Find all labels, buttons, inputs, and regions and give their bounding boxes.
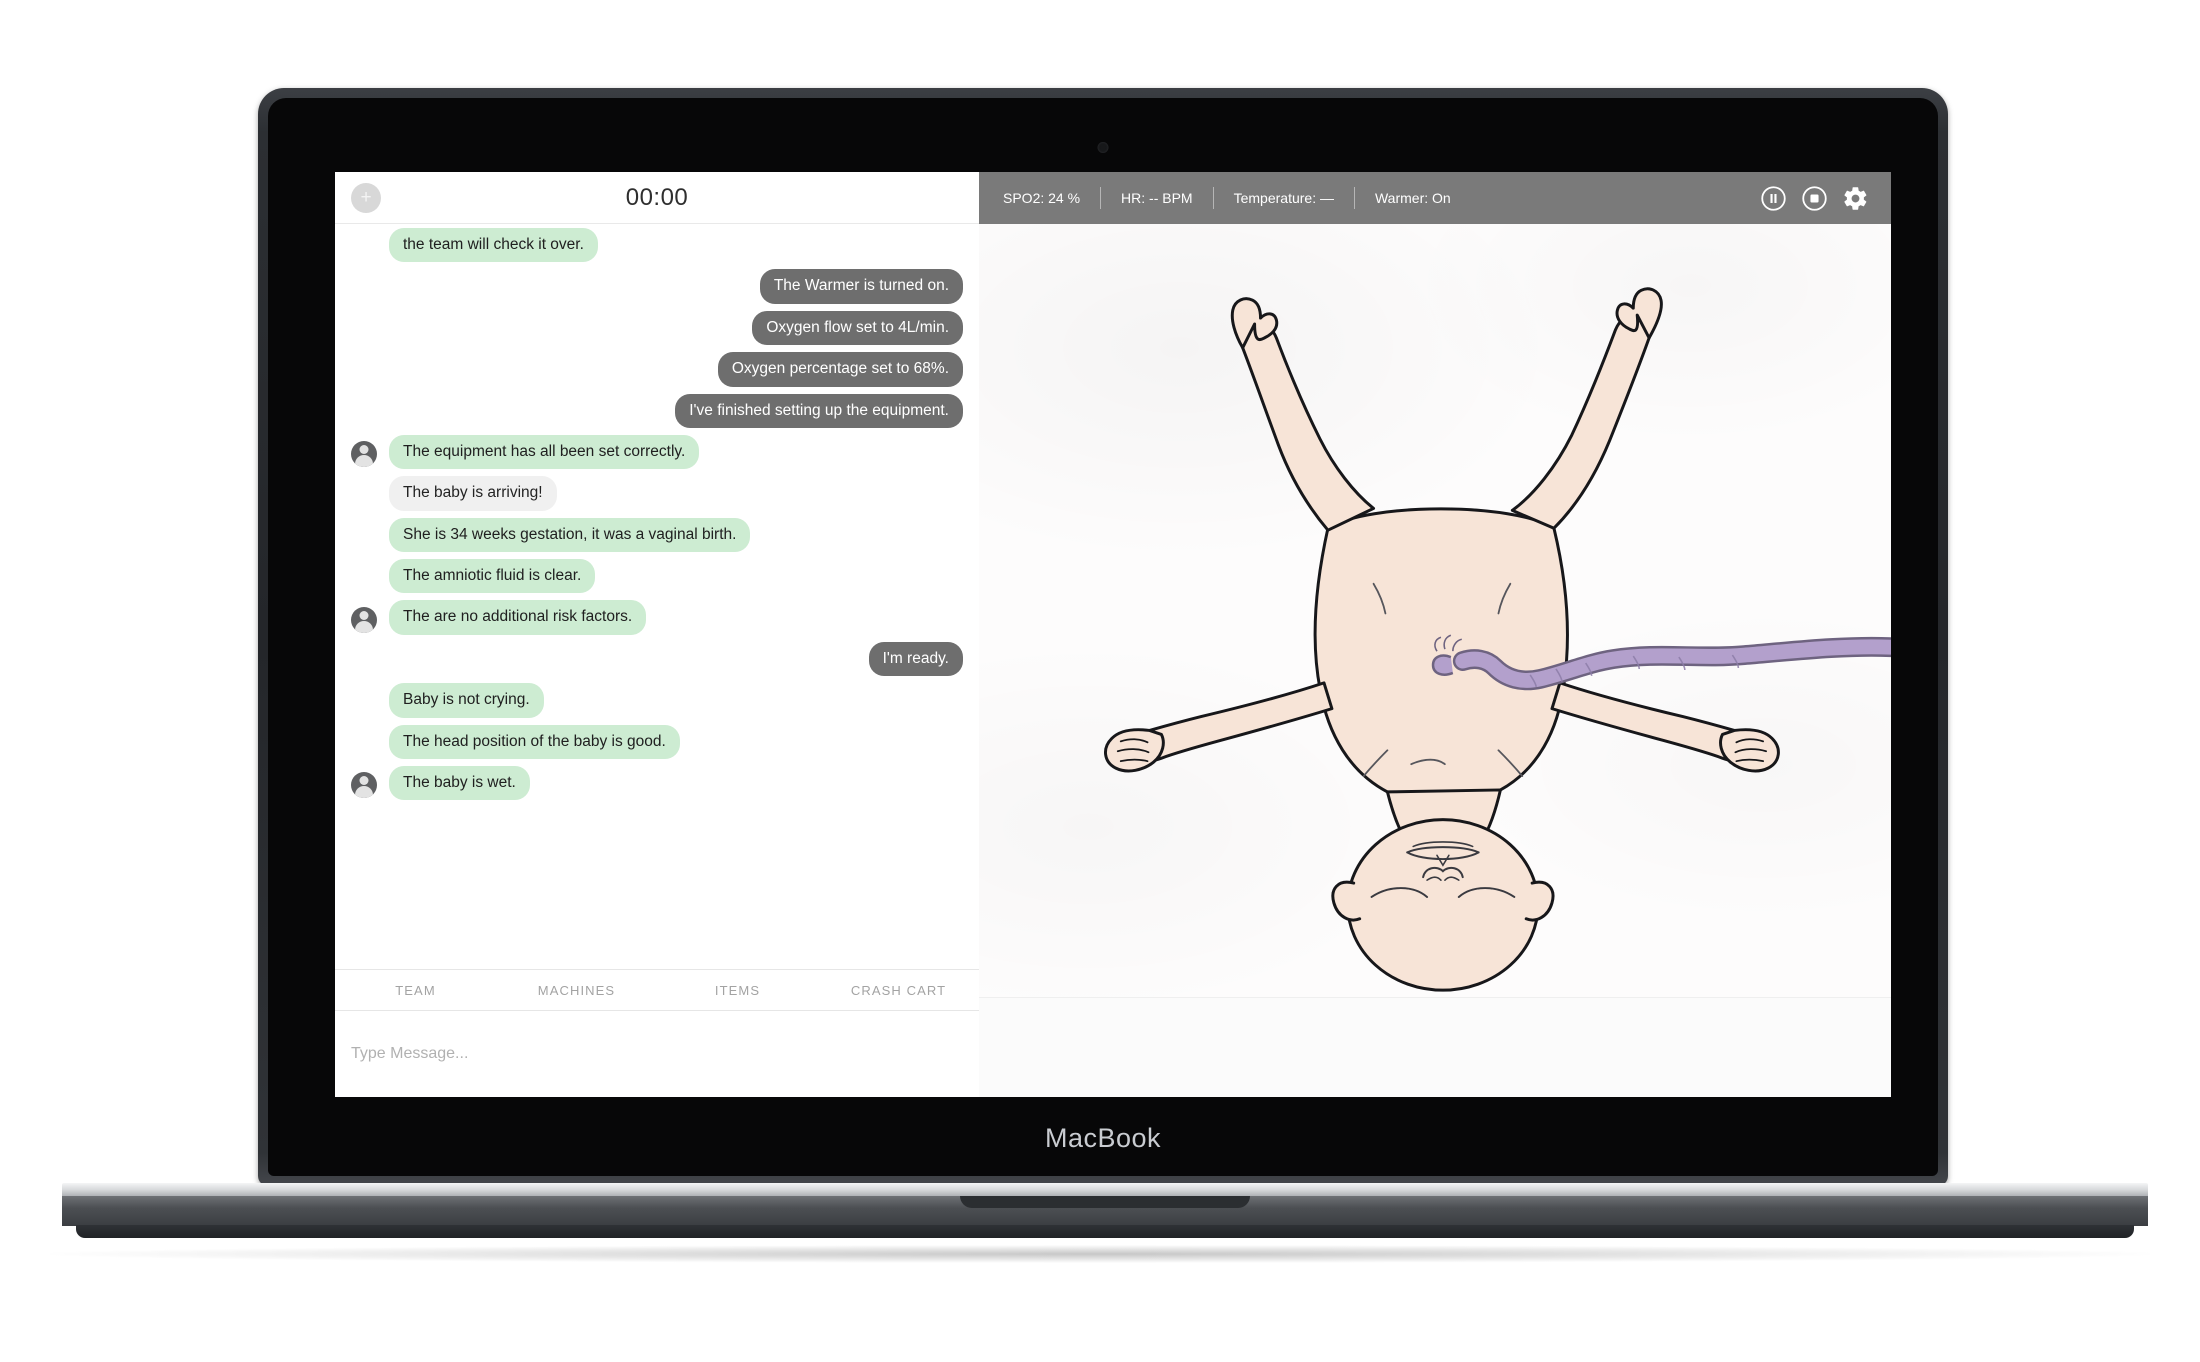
- chat-bubble: The equipment has all been set correctly…: [389, 434, 700, 470]
- avatar-slot: [351, 441, 389, 469]
- chat-message-row: the team will check it over.: [335, 228, 979, 263]
- app-main: + 00:00 the team will check it over. The …: [335, 172, 1891, 1097]
- chat-bubble: The Warmer is turned on.: [759, 269, 963, 304]
- message-composer: [335, 1011, 979, 1097]
- chat-bubble: The baby is wet.: [389, 765, 530, 801]
- webcam-icon: [1097, 142, 1109, 153]
- session-timer: 00:00: [625, 183, 689, 211]
- chat-bubble: The baby is arriving!: [389, 476, 557, 511]
- chat-message-row: Oxygen percentage set to 68%.: [335, 352, 979, 387]
- chat-bubble: The are no additional risk factors.: [389, 600, 647, 635]
- base-top-edge: [62, 1183, 2148, 1197]
- base-bottom-edge: [76, 1225, 2134, 1238]
- chat-message-row: I'm ready.: [335, 641, 979, 677]
- laptop-lid: + 00:00 the team will check it over. The …: [258, 88, 1948, 1186]
- vital-spo2: SPO2: 24 %: [1003, 190, 1081, 206]
- simulation-panel: SPO2: 24 % HR: -- BPM Temperature: — Warmer…: [979, 172, 1891, 1097]
- chat-bubble: the team will check it over.: [389, 228, 598, 263]
- chat-header: + 00:00: [335, 172, 979, 224]
- tab-machines[interactable]: MACHINES: [496, 983, 657, 998]
- chat-message-row: Oxygen flow set to 4L/min.: [335, 310, 979, 346]
- app-window: + 00:00 the team will check it over. The …: [335, 172, 1891, 1097]
- statusbar-controls: [1760, 185, 1875, 212]
- chat-tab-bar: TEAM MACHINES ITEMS CRASH CART: [335, 969, 979, 1011]
- chat-message-row: The are no additional risk factors.: [335, 600, 979, 635]
- chat-bubble: Oxygen flow set to 4L/min.: [752, 310, 963, 346]
- chat-message-row: Baby is not crying.: [335, 683, 979, 718]
- stage-footer: [979, 997, 1891, 1097]
- chat-message-row: The baby is wet.: [335, 765, 979, 801]
- laptop-device: + 00:00 the team will check it over. The …: [258, 88, 1948, 1186]
- pause-icon[interactable]: [1760, 185, 1787, 212]
- laptop-screen: + 00:00 the team will check it over. The …: [335, 172, 1891, 1097]
- chat-bubble: Oxygen percentage set to 68%.: [717, 352, 963, 387]
- chat-message-list[interactable]: the team will check it over. The Warmer i…: [335, 224, 979, 969]
- chat-message-row: The baby is arriving!: [335, 476, 979, 511]
- device-shadow: [50, 1245, 2150, 1263]
- chat-panel: + 00:00 the team will check it over. The …: [335, 172, 979, 1097]
- tab-team[interactable]: TEAM: [335, 983, 496, 998]
- chat-bubble: The amniotic fluid is clear.: [389, 559, 596, 594]
- laptop-bezel: + 00:00 the team will check it over. The …: [268, 98, 1938, 1176]
- tab-crash-cart[interactable]: CRASH CART: [818, 983, 979, 998]
- avatar: [351, 772, 377, 799]
- avatar: [351, 441, 377, 468]
- base-notch: [960, 1196, 1250, 1208]
- patient-stage: [979, 224, 1891, 997]
- avatar-slot: [351, 772, 389, 800]
- gear-icon[interactable]: [1842, 185, 1869, 212]
- avatar-slot: [351, 606, 389, 635]
- stop-icon[interactable]: [1801, 185, 1828, 212]
- chat-message-row: The head position of the baby is good.: [335, 724, 979, 759]
- vital-temperature: Temperature: —: [1233, 190, 1334, 206]
- avatar: [351, 606, 377, 633]
- message-input[interactable]: [351, 1045, 963, 1063]
- brand-label: MacBook: [1044, 1122, 1162, 1153]
- vital-warmer: Warmer: On: [1374, 190, 1451, 206]
- newborn-infant-illustration: [1104, 287, 1891, 992]
- add-button[interactable]: +: [351, 182, 381, 213]
- vital-hr: HR: -- BPM: [1121, 190, 1193, 206]
- chat-bubble: The head position of the baby is good.: [389, 724, 680, 759]
- chat-bubble: I'm ready.: [868, 641, 963, 677]
- chat-message-row: She is 34 weeks gestation, it was a vagi…: [335, 517, 979, 552]
- chat-bubble: I've finished setting up the equipment.: [675, 393, 963, 428]
- chat-bubble: She is 34 weeks gestation, it was a vagi…: [389, 517, 751, 552]
- chat-message-row: I've finished setting up the equipment.: [335, 393, 979, 428]
- laptop-chin: MacBook: [268, 1100, 1938, 1176]
- chat-message-row: The amniotic fluid is clear.: [335, 559, 979, 594]
- vitals-status-bar: SPO2: 24 % HR: -- BPM Temperature: — Warmer…: [979, 172, 1891, 224]
- chat-message-row: The Warmer is turned on.: [335, 269, 979, 304]
- tab-items[interactable]: ITEMS: [657, 983, 818, 998]
- chat-bubble: Baby is not crying.: [389, 683, 544, 718]
- chat-message-row: The equipment has all been set correctly…: [335, 434, 979, 470]
- laptop-base: [62, 1183, 2148, 1249]
